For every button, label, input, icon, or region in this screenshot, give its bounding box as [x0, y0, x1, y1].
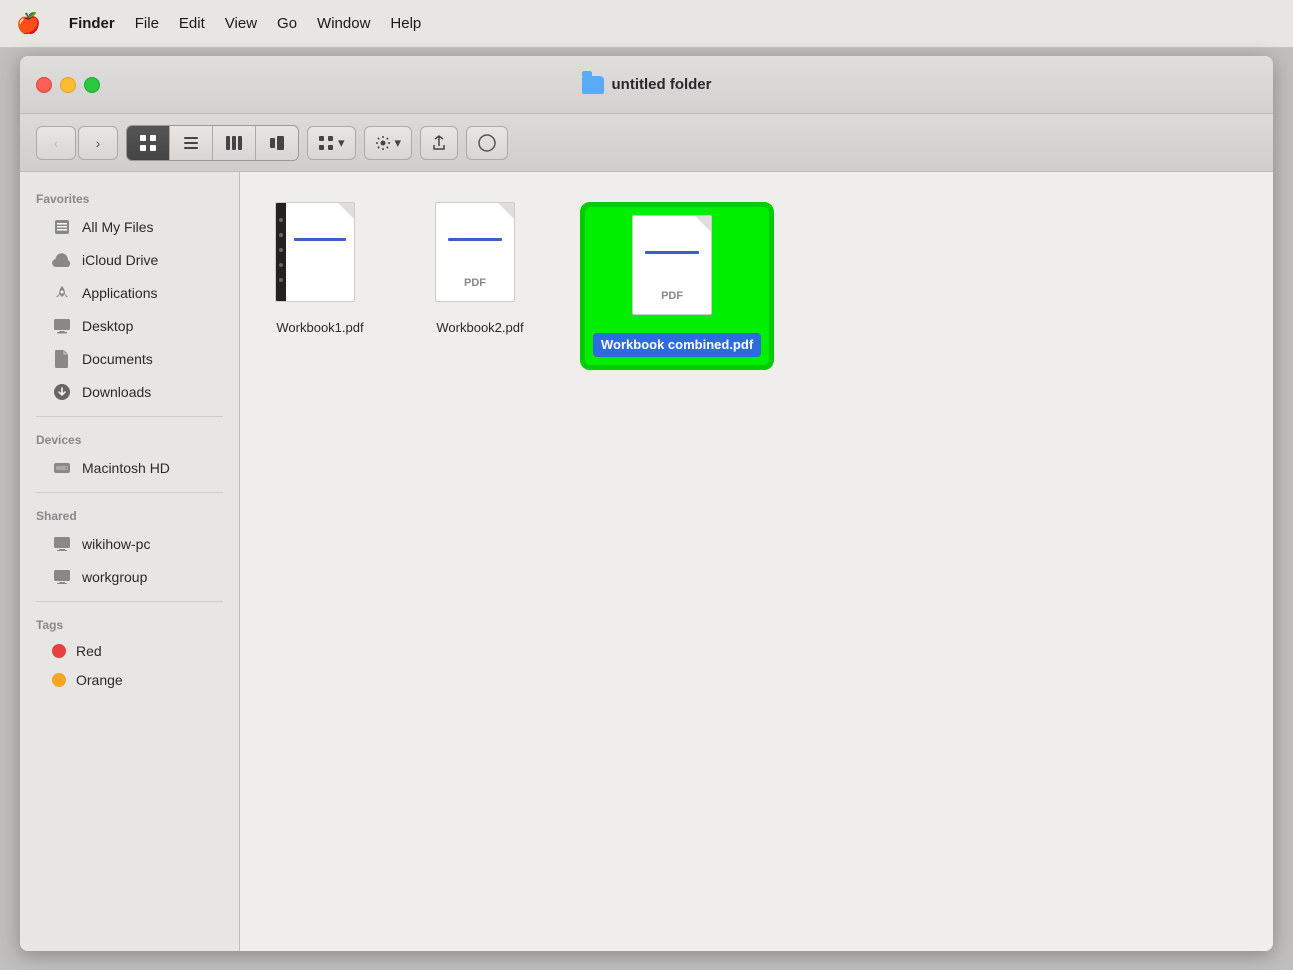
sidebar-label-red: Red	[76, 643, 102, 659]
file-item-workbook1[interactable]: Workbook1.pdf	[260, 202, 380, 335]
file-icon-workbook2: PDF	[435, 202, 525, 312]
list-icon	[52, 217, 72, 237]
devices-section-title: Devices	[20, 425, 239, 451]
list-view-icon	[182, 134, 200, 152]
main-area: Favorites All My Files	[20, 172, 1273, 951]
maximize-button[interactable]	[84, 77, 100, 93]
titlebar: untitled folder	[20, 56, 1273, 114]
tag-icon	[477, 133, 497, 153]
sidebar-item-wikihow-pc[interactable]: wikihow-pc	[24, 528, 235, 560]
apple-menu[interactable]: 🍎	[16, 11, 41, 36]
sidebar-item-tag-red[interactable]: Red	[24, 637, 235, 665]
view-icon-columns[interactable]	[213, 126, 255, 160]
sidebar-label-downloads: Downloads	[82, 384, 151, 400]
orange-tag-dot	[52, 673, 66, 687]
back-button[interactable]: ‹	[36, 126, 76, 160]
file-icon-workbook1	[275, 202, 365, 312]
sidebar-item-macintosh-hd[interactable]: Macintosh HD	[24, 452, 235, 484]
file-item-workbook2[interactable]: PDF Workbook2.pdf	[420, 202, 540, 335]
gear-icon	[375, 135, 391, 151]
menu-help[interactable]: Help	[390, 15, 421, 32]
file-item-workbook-combined[interactable]: PDF Workbook combined.pdf	[580, 202, 774, 370]
monitor-icon-1	[52, 534, 72, 554]
forward-button[interactable]: ›	[78, 126, 118, 160]
sidebar-item-downloads[interactable]: Downloads	[24, 376, 235, 408]
forward-icon: ›	[96, 135, 101, 151]
back-icon: ‹	[54, 135, 59, 151]
group-chevron: ▾	[338, 135, 345, 151]
download-icon	[52, 382, 72, 402]
finder-window: untitled folder ‹ ›	[20, 56, 1273, 951]
drive-icon	[52, 458, 72, 478]
file-label-workbook1: Workbook1.pdf	[276, 320, 363, 335]
sidebar-divider-3	[36, 601, 223, 602]
sidebar-item-tag-orange[interactable]: Orange	[24, 666, 235, 694]
view-icon-grid[interactable]	[127, 126, 169, 160]
traffic-lights	[36, 77, 100, 93]
group-button[interactable]: ▾	[307, 126, 356, 160]
window-title-text: untitled folder	[612, 76, 712, 93]
minimize-button[interactable]	[60, 77, 76, 93]
tag-button[interactable]	[466, 126, 508, 160]
view-icon-cover[interactable]	[256, 126, 298, 160]
view-icon-list[interactable]	[170, 126, 212, 160]
menu-view[interactable]: View	[225, 15, 257, 32]
sidebar-label-documents: Documents	[82, 351, 153, 367]
window-title: untitled folder	[582, 76, 712, 94]
rocket-icon	[52, 283, 72, 303]
file-area: Workbook1.pdf PDF	[240, 172, 1273, 951]
menu-window[interactable]: Window	[317, 15, 370, 32]
close-button[interactable]	[36, 77, 52, 93]
sidebar-divider-1	[36, 416, 223, 417]
sidebar-label-workgroup: workgroup	[82, 569, 147, 585]
sidebar-label-desktop: Desktop	[82, 318, 133, 334]
folder-icon	[582, 76, 604, 94]
shared-section-title: Shared	[20, 501, 239, 527]
file-label-workbook2: Workbook2.pdf	[436, 320, 523, 335]
sidebar-label-all-my-files: All My Files	[82, 219, 154, 235]
desktop-icon	[52, 316, 72, 336]
group-icon	[318, 135, 334, 151]
toolbar: ‹ ›	[20, 114, 1273, 172]
actions-button[interactable]: ▾	[364, 126, 413, 160]
menu-go[interactable]: Go	[277, 15, 297, 32]
menu-file[interactable]: File	[135, 15, 159, 32]
sidebar-label-orange: Orange	[76, 672, 123, 688]
sidebar-item-applications[interactable]: Applications	[24, 277, 235, 309]
sidebar-label-icloud: iCloud Drive	[82, 252, 158, 268]
share-icon	[431, 135, 447, 151]
favorites-section-title: Favorites	[20, 184, 239, 210]
share-button[interactable]	[420, 126, 458, 160]
file-label-combined: Workbook combined.pdf	[593, 333, 761, 357]
red-tag-dot	[52, 644, 66, 658]
cover-view-icon	[268, 134, 286, 152]
sidebar: Favorites All My Files	[20, 172, 240, 951]
actions-chevron: ▾	[395, 135, 402, 151]
cloud-icon	[52, 250, 72, 270]
sidebar-label-wikihow-pc: wikihow-pc	[82, 536, 150, 552]
columns-view-icon	[225, 134, 243, 152]
sidebar-item-desktop[interactable]: Desktop	[24, 310, 235, 342]
sidebar-item-workgroup[interactable]: workgroup	[24, 561, 235, 593]
menu-edit[interactable]: Edit	[179, 15, 205, 32]
menubar: 🍎 Finder File Edit View Go Window Help	[0, 0, 1293, 48]
sidebar-label-macintosh-hd: Macintosh HD	[82, 460, 170, 476]
sidebar-item-icloud[interactable]: iCloud Drive	[24, 244, 235, 276]
grid-view-icon	[139, 134, 157, 152]
view-mode-group	[126, 125, 299, 161]
sidebar-divider-2	[36, 492, 223, 493]
sidebar-label-applications: Applications	[82, 285, 158, 301]
document-icon	[52, 349, 72, 369]
nav-buttons: ‹ ›	[36, 126, 118, 160]
file-icon-combined: PDF	[632, 215, 722, 325]
tags-section-title: Tags	[20, 610, 239, 636]
menu-finder[interactable]: Finder	[69, 15, 115, 32]
sidebar-item-documents[interactable]: Documents	[24, 343, 235, 375]
monitor-icon-2	[52, 567, 72, 587]
sidebar-item-all-my-files[interactable]: All My Files	[24, 211, 235, 243]
